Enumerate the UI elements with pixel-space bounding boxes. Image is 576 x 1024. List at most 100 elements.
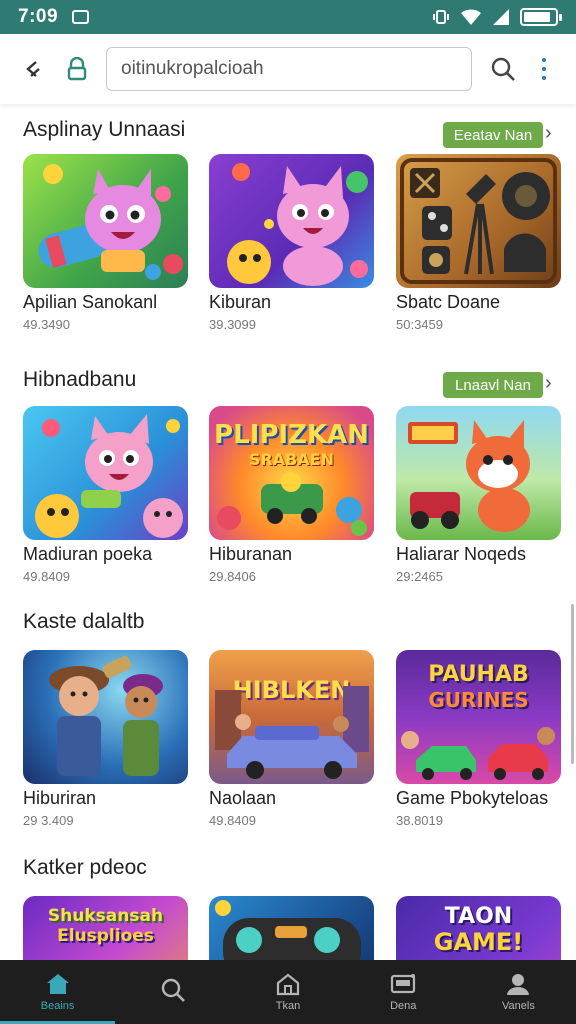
app-card[interactable]: Kiburan 39.3099 [209, 154, 374, 332]
section-2: Hibnadbanu Lnaavl Nan › Madiuran poeka 4… [0, 362, 576, 584]
app-title: Kiburan [209, 292, 272, 312]
search-icon [491, 57, 515, 81]
more-options-button[interactable] [538, 58, 550, 80]
app-meta: 29:2465 [396, 569, 443, 584]
nav-devices[interactable]: Dena [346, 960, 461, 1024]
chevron-right-icon[interactable]: › [545, 372, 552, 395]
browser-toolbar: oitinukropalcioah [0, 34, 576, 104]
nav-label: Dena [390, 1000, 417, 1012]
racing-game-icon[interactable]: PLIPIZKAN SRABAEN [209, 406, 374, 540]
battery-level [524, 12, 551, 22]
nav-profile[interactable]: Vanels [461, 960, 576, 1024]
home-icon [46, 974, 69, 994]
thumb-title: Shuksansah [47, 906, 164, 926]
battery-icon [520, 8, 562, 26]
cartoon-kids-icon[interactable] [23, 650, 188, 784]
notification-icon [72, 10, 90, 24]
nav-library[interactable]: Tkan [230, 960, 345, 1024]
section-header: Hibnadbanu Lnaavl Nan › [0, 362, 576, 402]
gamepad-icon[interactable] [209, 896, 374, 960]
app-meta: 29 3.409 [23, 813, 74, 828]
fox-game-icon[interactable] [396, 406, 561, 540]
app-card[interactable]: HIBLKEN Naolaan 49.8409 [209, 650, 374, 828]
nav-label: Beains [40, 1000, 75, 1012]
see-all-button[interactable]: Lnaavl Nan [443, 372, 543, 398]
app-card[interactable]: Shuksansah Elusplioes [23, 896, 188, 960]
signal-icon [493, 9, 509, 25]
racing-cars-icon[interactable]: PAUHAB GURINES [396, 650, 561, 784]
status-bar: 7:09 [0, 0, 576, 34]
status-time: 7:09 [18, 6, 59, 27]
section-3: Kaste dalaltb Hiburiran 29 3.409 HIBLKEN [0, 604, 576, 828]
more-dot-icon [542, 76, 546, 80]
house-icon [276, 973, 300, 996]
url-text: oitinukropalcioah [121, 58, 264, 79]
app-meta: 49.8409 [23, 569, 70, 584]
trophy-game-icon[interactable]: TAON GAME! [396, 896, 561, 960]
lock-icon [67, 57, 87, 81]
thumb-title: TAON [444, 904, 513, 929]
app-meta: 49.3490 [23, 317, 70, 332]
back-arrow-icon [26, 61, 40, 77]
pink-creature-game-icon[interactable] [23, 154, 188, 288]
studio-equipment-icon[interactable] [396, 154, 561, 288]
status-icons [432, 8, 562, 26]
thumb-subtitle: GAME! [433, 928, 524, 956]
app-card[interactable]: Sbatc Doane 50:3459 [396, 154, 561, 332]
store-content[interactable]: Asplinay Unnaasi Eeatav Nan › Apilian Sa… [0, 104, 576, 960]
app-card[interactable]: TAON GAME! [396, 896, 561, 960]
app-card[interactable]: PLIPIZKAN SRABAEN Hiburanan 29.8406 [209, 406, 374, 584]
app-card[interactable]: Hiburiran 29 3.409 [23, 650, 188, 828]
section-title: Hibnadbanu [23, 368, 137, 391]
tablet-icon [391, 974, 416, 994]
chevron-right-icon[interactable]: › [545, 122, 552, 145]
app-meta: 29.8406 [209, 569, 256, 584]
app-card[interactable]: PAUHAB GURINES Game Pbokyteloas 38.8019 [396, 650, 561, 828]
more-dot-icon [542, 67, 546, 71]
app-title: Naolaan [209, 788, 277, 808]
nav-home[interactable]: Beains [0, 960, 116, 1024]
app-title: Hiburiran [23, 788, 97, 808]
thumb-subtitle: Elusplioes [57, 926, 154, 946]
app-title: Apilian Sanokanl [23, 292, 158, 312]
vibrate-icon [433, 10, 449, 24]
see-all-button[interactable]: Eeatav Nan [443, 122, 543, 148]
app-title: Game Pbokyteloas [396, 788, 549, 808]
app-meta: 38.8019 [396, 813, 443, 828]
app-title: Sbatc Doane [396, 292, 501, 312]
section-header: Kaste dalaltb [0, 604, 576, 644]
app-title: Hiburanan [209, 544, 293, 564]
nav-label: Tkan [275, 1000, 301, 1012]
section-header: Katker pdeoc [0, 850, 576, 890]
nav-label: Vanels [502, 1000, 535, 1012]
app-card[interactable]: Haliarar Noqeds 29:2465 [396, 406, 561, 584]
more-dot-icon [542, 58, 546, 62]
section-title: Kaste dalaltb [23, 610, 145, 633]
section-1: Asplinay Unnaasi Eeatav Nan › Apilian Sa… [0, 112, 576, 332]
section-header: Asplinay Unnaasi Eeatav Nan › [0, 112, 576, 152]
car-street-icon[interactable]: HIBLKEN [209, 650, 374, 784]
wifi-icon [461, 9, 481, 25]
profile-icon [507, 974, 530, 995]
search-button[interactable] [488, 54, 518, 84]
search-icon [161, 978, 185, 1002]
app-card[interactable]: Apilian Sanokanl 49.3490 [23, 154, 188, 332]
app-meta: 50:3459 [396, 317, 443, 332]
pink-creature-game-icon[interactable] [23, 406, 188, 540]
site-security-button[interactable] [60, 52, 94, 86]
section-title: Katker pdeoc [23, 856, 147, 879]
nav-search[interactable] [115, 960, 230, 1024]
url-field[interactable]: oitinukropalcioah [106, 47, 472, 91]
candy-game-icon[interactable]: Shuksansah Elusplioes [23, 896, 188, 960]
app-meta: 49.8409 [209, 813, 256, 828]
pink-cat-game-icon[interactable] [209, 154, 374, 288]
section-title: Asplinay Unnaasi [23, 118, 186, 141]
back-button[interactable] [16, 52, 50, 86]
app-card[interactable]: Madiuran poeka 49.8409 [23, 406, 188, 584]
app-title: Haliarar Noqeds [396, 544, 527, 564]
bottom-navigation: Beains Tkan Dena Vanels [0, 960, 576, 1024]
scrollbar[interactable] [571, 604, 574, 764]
section-4: Katker pdeoc Shuksansah Elusplioes TAON … [0, 850, 576, 960]
app-title: Madiuran poeka [23, 544, 153, 564]
app-card[interactable] [209, 896, 374, 960]
